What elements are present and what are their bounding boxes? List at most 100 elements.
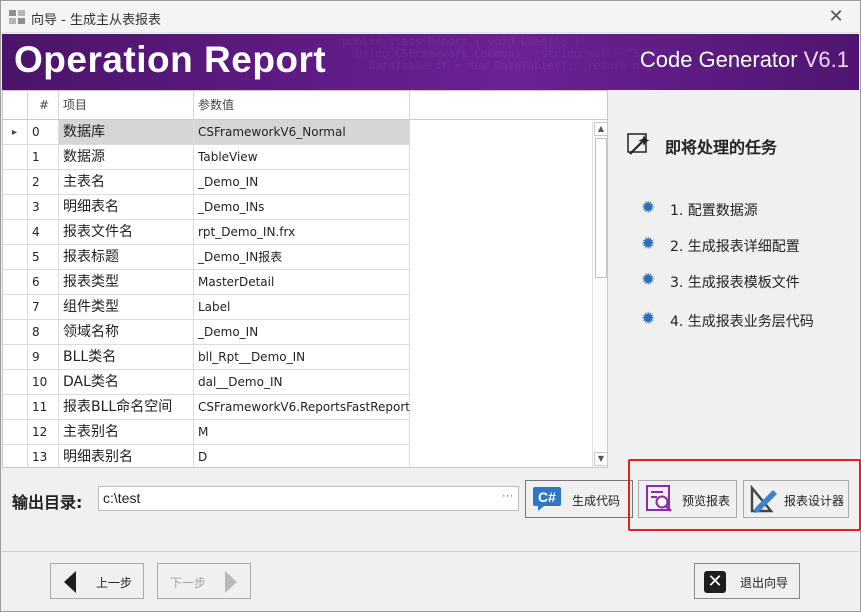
report-designer-button[interactable]: 报表设计器 — [743, 480, 849, 518]
window-title: 向导 - 生成主从表报表 — [31, 13, 161, 28]
cell-item[interactable]: 数据源 — [59, 145, 194, 170]
task-label: 1. 配置数据源 — [670, 203, 758, 219]
row-indicator[interactable] — [3, 270, 28, 295]
row-indicator[interactable] — [3, 195, 28, 220]
task-label: 4. 生成报表业务层代码 — [670, 314, 814, 330]
table-row[interactable]: 13 明细表别名 D — [3, 445, 593, 467]
cell-value[interactable]: MasterDetail — [194, 270, 410, 295]
cell-value[interactable]: _Demo_IN报表 — [194, 245, 410, 270]
gear-icon: ✹ — [641, 309, 656, 329]
exit-wizard-button[interactable]: ✕ 退出向导 — [694, 563, 800, 599]
cell-value[interactable]: D — [194, 445, 410, 467]
table-row[interactable]: 8 领域名称 _Demo_IN — [3, 320, 593, 345]
cell-item[interactable]: DAL类名 — [59, 370, 194, 395]
cell-value[interactable]: bll_Rpt__Demo_IN — [194, 345, 410, 370]
cell-item[interactable]: 组件类型 — [59, 295, 194, 320]
column-header-number[interactable]: # — [28, 91, 59, 120]
cell-value[interactable]: _Demo_IN — [194, 320, 410, 345]
gear-icon: ✹ — [641, 270, 656, 290]
generate-code-button[interactable]: C# 生成代码 — [525, 480, 633, 518]
cell-value[interactable]: CSFrameworkV6_Normal — [194, 120, 410, 145]
cell-value[interactable]: M — [194, 420, 410, 445]
cell-number: 2 — [28, 170, 59, 195]
row-indicator[interactable] — [3, 295, 28, 320]
table-row[interactable]: 2 主表名 _Demo_IN — [3, 170, 593, 195]
exit-wizard-label: 退出向导 — [740, 576, 789, 590]
cell-value[interactable]: Label — [194, 295, 410, 320]
cell-item[interactable]: 报表BLL命名空间 — [59, 395, 194, 420]
preview-report-button[interactable]: 预览报表 — [638, 480, 737, 518]
table-row[interactable]: 11 报表BLL命名空间 CSFrameworkV6.ReportsFastRepo… — [3, 395, 593, 420]
table-row[interactable]: 5 报表标题 _Demo_IN报表 — [3, 245, 593, 270]
cell-value[interactable]: _Demo_IN — [194, 170, 410, 195]
header-banner: public class Report { void Load(); } usi… — [2, 34, 859, 90]
scroll-up-icon[interactable]: ▲ — [594, 122, 607, 136]
row-indicator[interactable] — [3, 370, 28, 395]
header-indicator — [3, 91, 28, 120]
row-indicator[interactable] — [3, 245, 28, 270]
column-header-value[interactable]: 参数值 — [194, 91, 410, 120]
gear-icon: ✹ — [641, 198, 656, 218]
column-header-item[interactable]: 项目 — [59, 91, 194, 120]
close-icon[interactable]: ✕ — [826, 7, 846, 27]
row-indicator[interactable] — [3, 445, 28, 467]
table-row[interactable]: 3 明细表名 _Demo_INs — [3, 195, 593, 220]
generate-code-label: 生成代码 — [572, 494, 621, 508]
row-indicator[interactable] — [3, 345, 28, 370]
cell-number: 6 — [28, 270, 59, 295]
parameter-grid[interactable]: # 项目 参数值 ▸ 0 数据库 CSFrameworkV6_Normal 1 数据源 Ta… — [2, 90, 608, 468]
output-dir-input[interactable]: c:\test ··· — [98, 486, 519, 511]
cell-item[interactable]: 主表别名 — [59, 420, 194, 445]
next-button[interactable]: 下一步 — [157, 563, 251, 599]
cell-number: 13 — [28, 445, 59, 467]
row-indicator[interactable] — [3, 320, 28, 345]
grid-header: # 项目 参数值 — [3, 91, 607, 120]
table-row[interactable]: 10 DAL类名 dal__Demo_IN — [3, 370, 593, 395]
cell-number: 4 — [28, 220, 59, 245]
table-row[interactable]: 4 报表文件名 rpt_Demo_IN.frx — [3, 220, 593, 245]
browse-icon[interactable]: ··· — [502, 485, 513, 508]
table-row[interactable]: 12 主表别名 M — [3, 420, 593, 445]
preview-report-label: 预览报表 — [682, 494, 731, 508]
table-row[interactable]: 9 BLL类名 bll_Rpt__Demo_IN — [3, 345, 593, 370]
table-row[interactable]: 1 数据源 TableView — [3, 145, 593, 170]
cell-value[interactable]: dal__Demo_IN — [194, 370, 410, 395]
report-designer-label: 报表设计器 — [784, 494, 845, 508]
scroll-thumb[interactable] — [595, 138, 607, 278]
cell-item[interactable]: 数据库 — [59, 120, 194, 145]
cell-item[interactable]: BLL类名 — [59, 345, 194, 370]
row-indicator[interactable] — [3, 395, 28, 420]
row-indicator[interactable] — [3, 220, 28, 245]
row-indicator[interactable] — [3, 145, 28, 170]
back-button[interactable]: 上一步 — [50, 563, 144, 599]
table-row[interactable]: ▸ 0 数据库 CSFrameworkV6_Normal — [3, 120, 593, 145]
cell-value[interactable]: rpt_Demo_IN.frx — [194, 220, 410, 245]
cell-item[interactable]: 报表文件名 — [59, 220, 194, 245]
grid-scrollbar[interactable]: ▲ ▼ — [592, 121, 607, 467]
row-indicator[interactable] — [3, 170, 28, 195]
cell-number: 0 — [28, 120, 59, 145]
cell-item[interactable]: 明细表名 — [59, 195, 194, 220]
row-indicator-icon[interactable]: ▸ — [3, 120, 28, 145]
footer-divider — [2, 551, 859, 552]
title-bar: 向导 - 生成主从表报表 ✕ — [1, 1, 860, 33]
table-row[interactable]: 6 报表类型 MasterDetail — [3, 270, 593, 295]
cell-item[interactable]: 明细表别名 — [59, 445, 194, 467]
banner-heading: Operation Report — [14, 39, 327, 80]
row-indicator[interactable] — [3, 420, 28, 445]
cell-value[interactable]: TableView — [194, 145, 410, 170]
scroll-down-icon[interactable]: ▼ — [594, 452, 607, 466]
cell-value[interactable]: CSFrameworkV6.ReportsFastReport — [194, 395, 410, 420]
cell-number: 5 — [28, 245, 59, 270]
back-label: 上一步 — [96, 576, 133, 590]
cell-item[interactable]: 报表标题 — [59, 245, 194, 270]
cell-number: 11 — [28, 395, 59, 420]
output-dir-label: 输出目录: — [12, 493, 83, 512]
cell-number: 10 — [28, 370, 59, 395]
cell-value[interactable]: _Demo_INs — [194, 195, 410, 220]
cell-item[interactable]: 报表类型 — [59, 270, 194, 295]
table-row[interactable]: 7 组件类型 Label — [3, 295, 593, 320]
next-label: 下一步 — [170, 576, 207, 590]
cell-item[interactable]: 领域名称 — [59, 320, 194, 345]
cell-item[interactable]: 主表名 — [59, 170, 194, 195]
